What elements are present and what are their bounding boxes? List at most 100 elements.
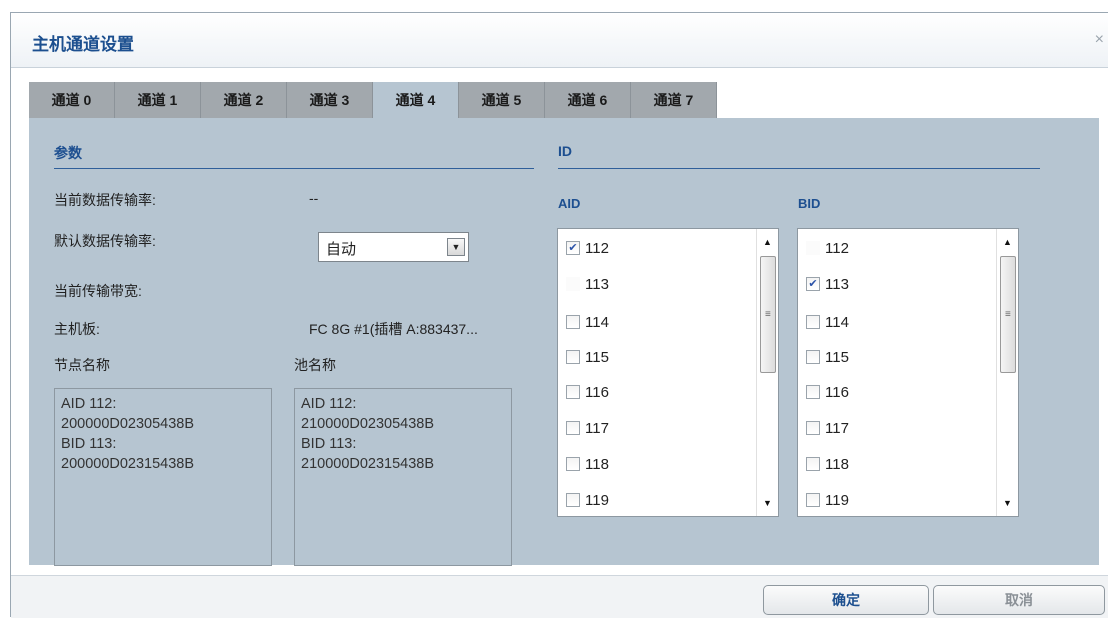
aid-listbox[interactable]: ✔ 112 113 114 115 116 117 118 119 ▲ ≡ ▼ [557,228,779,517]
params-divider [54,168,534,169]
bid-item-label: 115 [825,348,849,366]
checkbox-icon[interactable] [566,457,580,471]
chevron-down-icon[interactable]: ▼ [447,238,465,256]
ok-button[interactable]: 确定 [763,585,929,615]
id-section-title: ID [558,143,572,159]
pool-name-label: 池名称 [294,357,336,373]
bid-item[interactable]: 119 [806,490,849,510]
bid-item[interactable]: 112 [806,238,849,258]
bid-scrollbar[interactable]: ▲ ≡ ▼ [996,229,1018,516]
checkbox-icon[interactable] [806,493,820,507]
scroll-down-icon[interactable]: ▼ [997,493,1018,513]
bandwidth-label: 当前传输带宽: [54,283,142,299]
scroll-up-icon[interactable]: ▲ [757,232,778,252]
aid-scrollbar[interactable]: ▲ ≡ ▼ [756,229,778,516]
params-section-title: 参数 [54,145,82,161]
pool-name-line: AID 112: [301,396,357,412]
tab-channel-5[interactable]: 通道 5 [459,82,545,118]
bid-item[interactable]: 116 [806,382,849,402]
pool-name-line: 210000D02305438B [301,416,435,432]
checkbox-icon[interactable]: ✔ [566,241,580,255]
aid-item[interactable]: ✔ 112 [566,238,609,258]
default-rate-label: 默认数据传输率: [54,233,156,249]
board-value: FC 8G #1(插槽 A:883437... [309,321,478,337]
aid-item[interactable]: 116 [566,382,609,402]
bid-label: BID [798,196,821,211]
dialog-titlebar: 主机通道设置 × [11,13,1108,68]
aid-item[interactable]: 119 [566,490,609,510]
aid-item-label: 115 [585,348,609,366]
node-name-line: 200000D02305438B [61,416,195,432]
pool-name-line: BID 113: [301,436,357,452]
tab-channel-4[interactable]: 通道 4 [373,82,459,118]
tab-channel-3[interactable]: 通道 3 [287,82,373,118]
aid-item[interactable]: 114 [566,312,609,332]
aid-item-label: 113 [585,275,609,293]
checkbox-icon[interactable] [806,385,820,399]
scroll-thumb[interactable]: ≡ [1000,256,1016,373]
aid-label: AID [558,196,581,211]
bid-item[interactable]: ✔ 113 [806,274,849,294]
cancel-button[interactable]: 取消 [933,585,1105,615]
scroll-thumb[interactable]: ≡ [760,256,776,373]
checkbox-icon[interactable] [566,315,580,329]
tab-channel-1[interactable]: 通道 1 [115,82,201,118]
checkbox-icon[interactable] [806,457,820,471]
checkbox-icon[interactable] [566,277,580,291]
board-label: 主机板: [54,321,100,337]
pool-name-line: 210000D02315438B [301,456,435,472]
tab-channel-2[interactable]: 通道 2 [201,82,287,118]
checkbox-icon[interactable] [806,350,820,364]
current-rate-value: -- [309,190,319,206]
default-rate-value: 自动 [326,241,357,258]
default-rate-select[interactable]: 自动 ▼ [318,232,469,262]
bid-item-label: 118 [825,455,849,473]
checkbox-icon[interactable] [566,421,580,435]
aid-item[interactable]: 115 [566,347,609,367]
bid-item[interactable]: 115 [806,347,849,367]
aid-item[interactable]: 117 [566,418,609,438]
aid-item-label: 118 [585,455,609,473]
checkbox-icon[interactable]: ✔ [806,277,820,291]
scroll-up-icon[interactable]: ▲ [997,232,1018,252]
aid-item[interactable]: 118 [566,454,609,474]
tab-channel-6[interactable]: 通道 6 [545,82,631,118]
bid-item-label: 114 [825,313,849,331]
bid-item[interactable]: 114 [806,312,849,332]
aid-item-label: 114 [585,313,609,331]
bid-item-label: 113 [825,275,849,293]
checkbox-icon[interactable] [806,241,820,255]
bid-item[interactable]: 118 [806,454,849,474]
pool-name-textbox[interactable]: AID 112: 210000D02305438B BID 113: 21000… [294,388,512,566]
tab-channel-0[interactable]: 通道 0 [29,82,115,118]
tab-channel-7[interactable]: 通道 7 [631,82,717,118]
node-name-line: BID 113: [61,436,117,452]
dialog-title: 主机通道设置 [32,35,134,54]
aid-item-label: 117 [585,419,609,437]
bid-item-label: 119 [825,491,849,509]
checkbox-icon[interactable] [566,350,580,364]
checkbox-icon[interactable] [566,493,580,507]
grip-icon: ≡ [1005,309,1011,320]
bid-item-label: 117 [825,419,849,437]
node-name-line: AID 112: [61,396,117,412]
current-rate-label: 当前数据传输率: [54,192,156,208]
node-name-textbox[interactable]: AID 112: 200000D02305438B BID 113: 20000… [54,388,272,566]
bid-item[interactable]: 117 [806,418,849,438]
bid-item-label: 112 [825,239,849,257]
aid-item[interactable]: 113 [566,274,609,294]
aid-item-label: 119 [585,491,609,509]
close-icon[interactable]: × [1095,31,1104,49]
aid-item-label: 112 [585,239,609,257]
checkbox-icon[interactable] [806,421,820,435]
node-name-label: 节点名称 [54,357,110,373]
bid-listbox[interactable]: 112 ✔ 113 114 115 116 117 118 119 ▲ ≡ ▼ [797,228,1019,517]
node-name-line: 200000D02315438B [61,456,195,472]
host-channel-dialog: 主机通道设置 × 通道 0 通道 1 通道 2 通道 3 通道 4 通道 5 通… [10,12,1108,618]
grip-icon: ≡ [765,309,771,320]
channel-panel: 参数 当前数据传输率: -- 默认数据传输率: 自动 ▼ 当前传输带宽: 主机板… [29,118,1099,566]
scroll-down-icon[interactable]: ▼ [757,493,778,513]
checkbox-icon[interactable] [566,385,580,399]
checkbox-icon[interactable] [806,315,820,329]
bid-item-label: 116 [825,383,849,401]
